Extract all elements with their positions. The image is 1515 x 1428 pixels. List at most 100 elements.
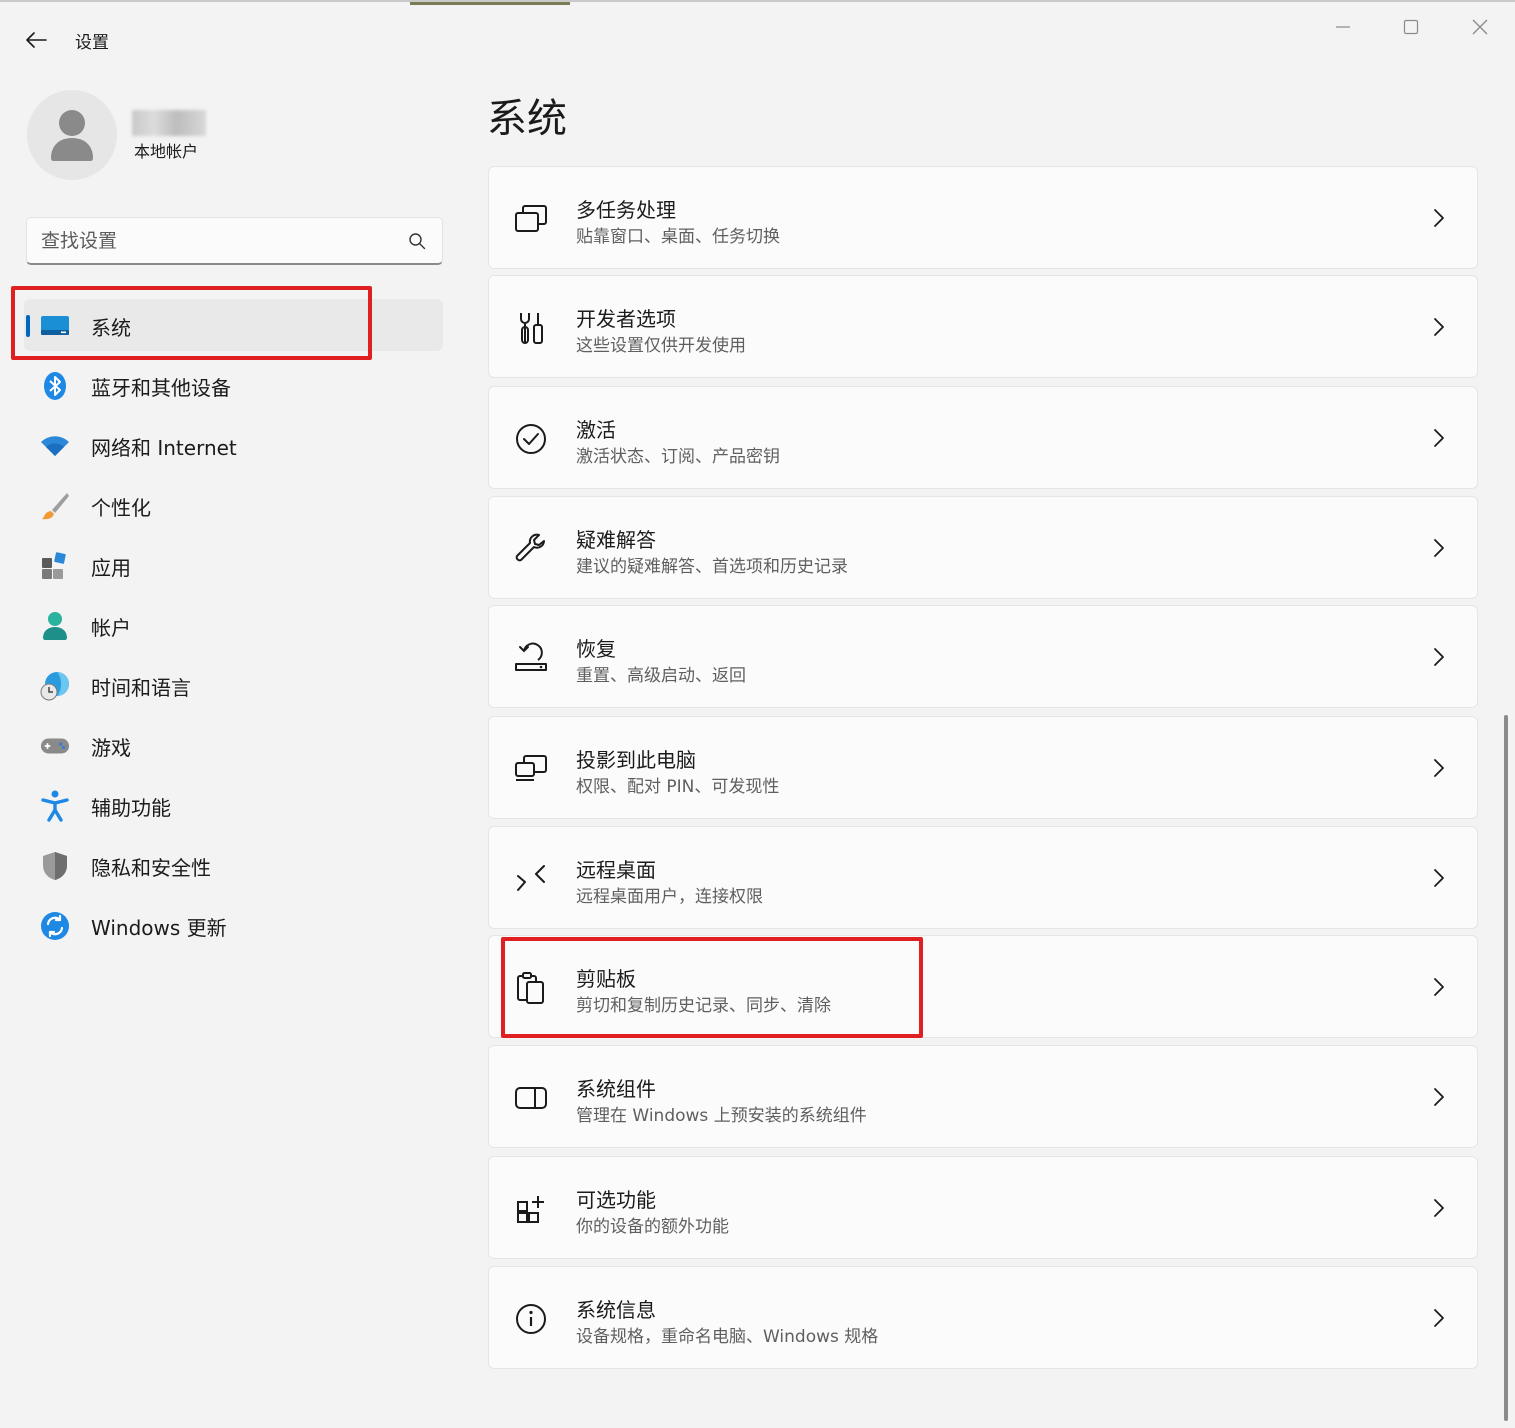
sidebar-item-label: 隐私和安全性 — [91, 856, 211, 880]
page-title: 系统 — [487, 96, 567, 142]
sidebar-item-network[interactable]: 网络和 Internet — [24, 419, 443, 471]
sidebar-item-label: 蓝牙和其他设备 — [91, 376, 231, 400]
sidebar-item-personalization[interactable]: 个性化 — [24, 479, 443, 531]
card-title: 可选功能 — [576, 1188, 656, 1212]
close-button[interactable] — [1455, 12, 1505, 42]
settings-window: 设置 本地帐户 系统 — [0, 0, 1515, 1428]
system-display-icon — [40, 311, 70, 341]
card-subtitle: 建议的疑难解答、首选项和历史记录 — [576, 557, 848, 577]
scrollbar[interactable] — [1504, 715, 1508, 1421]
avatar[interactable] — [27, 90, 117, 180]
back-button[interactable] — [18, 24, 54, 56]
card-clipboard[interactable]: 剪贴板 剪切和复制历史记录、同步、清除 — [488, 935, 1478, 1038]
developer-tools-icon — [513, 310, 549, 346]
card-subtitle: 管理在 Windows 上预安装的系统组件 — [576, 1106, 867, 1126]
card-title: 远程桌面 — [576, 858, 656, 882]
chevron-right-icon — [1429, 206, 1449, 230]
project-to-pc-icon — [513, 751, 549, 787]
sidebar-item-time-language[interactable]: 时间和语言 — [24, 659, 443, 711]
multitasking-icon — [513, 201, 549, 237]
system-components-icon — [513, 1080, 549, 1116]
sidebar-item-label: 帐户 — [91, 616, 131, 640]
card-troubleshoot[interactable]: 疑难解答 建议的疑难解答、首选项和历史记录 — [488, 496, 1478, 599]
card-title: 激活 — [576, 418, 616, 442]
chevron-right-icon — [1429, 315, 1449, 339]
back-arrow-icon — [26, 32, 47, 48]
sidebar-item-label: 网络和 Internet — [91, 436, 237, 460]
minimize-icon — [1336, 26, 1350, 28]
card-subtitle: 远程桌面用户，连接权限 — [576, 887, 763, 907]
search-box[interactable] — [26, 217, 443, 265]
card-system-components[interactable]: 系统组件 管理在 Windows 上预安装的系统组件 — [488, 1045, 1478, 1148]
chevron-right-icon — [1429, 536, 1449, 560]
wrench-icon — [513, 531, 549, 567]
card-title: 投影到此电脑 — [576, 748, 696, 772]
chevron-right-icon — [1429, 1306, 1449, 1330]
account-icon — [40, 611, 70, 641]
app-title: 设置 — [75, 33, 109, 53]
card-optional-features[interactable]: 可选功能 你的设备的额外功能 — [488, 1156, 1478, 1259]
wifi-icon — [40, 431, 70, 461]
card-title: 系统组件 — [576, 1077, 656, 1101]
optional-features-icon — [513, 1191, 549, 1227]
chevron-right-icon — [1429, 866, 1449, 890]
chevron-right-icon — [1429, 975, 1449, 999]
apps-icon — [40, 551, 70, 581]
sidebar-item-apps[interactable]: 应用 — [24, 539, 443, 591]
sidebar-item-label: 时间和语言 — [91, 676, 191, 700]
search-input[interactable] — [41, 226, 401, 256]
card-subtitle: 你的设备的额外功能 — [576, 1217, 729, 1237]
card-subtitle: 贴靠窗口、桌面、任务切换 — [576, 227, 780, 247]
close-icon — [1472, 19, 1488, 35]
recovery-icon — [513, 640, 549, 676]
card-subtitle: 设备规格，重命名电脑、Windows 规格 — [576, 1327, 879, 1347]
accessibility-icon — [40, 790, 70, 822]
minimize-button[interactable] — [1318, 12, 1368, 42]
sidebar-item-accounts[interactable]: 帐户 — [24, 599, 443, 651]
card-recovery[interactable]: 恢复 重置、高级启动、返回 — [488, 605, 1478, 708]
card-project-to-pc[interactable]: 投影到此电脑 权限、配对 PIN、可发现性 — [488, 716, 1478, 819]
chevron-right-icon — [1429, 1085, 1449, 1109]
sidebar-item-windows-update[interactable]: Windows 更新 — [24, 899, 443, 951]
card-subtitle: 权限、配对 PIN、可发现性 — [576, 777, 780, 797]
card-remote-desktop[interactable]: 远程桌面 远程桌面用户，连接权限 — [488, 826, 1478, 929]
gamepad-icon — [40, 731, 70, 761]
remote-desktop-icon — [513, 861, 549, 897]
sidebar-item-gaming[interactable]: 游戏 — [24, 719, 443, 771]
chevron-right-icon — [1429, 756, 1449, 780]
sidebar-item-label: Windows 更新 — [91, 916, 227, 940]
sidebar-item-label: 游戏 — [91, 736, 131, 760]
card-multitasking[interactable]: 多任务处理 贴靠窗口、桌面、任务切换 — [488, 166, 1478, 269]
activation-check-icon — [513, 421, 549, 457]
card-subtitle: 激活状态、订阅、产品密钥 — [576, 447, 780, 467]
card-activation[interactable]: 激活 激活状态、订阅、产品密钥 — [488, 386, 1478, 489]
sidebar-item-label: 个性化 — [91, 496, 151, 520]
sidebar-item-privacy[interactable]: 隐私和安全性 — [24, 839, 443, 891]
sidebar-item-bluetooth[interactable]: 蓝牙和其他设备 — [24, 359, 443, 411]
title-bar: 设置 — [0, 2, 1515, 72]
card-title: 剪贴板 — [576, 967, 636, 991]
card-subtitle: 重置、高级启动、返回 — [576, 666, 746, 686]
selection-indicator — [26, 315, 30, 337]
card-subtitle: 剪切和复制历史记录、同步、清除 — [576, 996, 831, 1016]
sidebar-item-label: 应用 — [91, 556, 131, 580]
sidebar-item-accessibility[interactable]: 辅助功能 — [24, 779, 443, 831]
card-system-info[interactable]: 系统信息 设备规格，重命名电脑、Windows 规格 — [488, 1266, 1478, 1369]
search-icon[interactable] — [408, 232, 426, 250]
bluetooth-icon — [40, 371, 70, 401]
card-title: 疑难解答 — [576, 528, 656, 552]
maximize-button[interactable] — [1386, 12, 1436, 42]
shield-icon — [40, 851, 70, 881]
person-icon — [51, 110, 93, 161]
card-title: 开发者选项 — [576, 307, 676, 331]
info-icon — [513, 1301, 549, 1337]
clipboard-icon — [513, 970, 549, 1006]
sidebar-item-system[interactable]: 系统 — [24, 299, 443, 351]
card-title: 恢复 — [576, 637, 616, 661]
chevron-right-icon — [1429, 1196, 1449, 1220]
sidebar-item-label: 系统 — [91, 316, 131, 340]
card-developer-options[interactable]: 开发者选项 这些设置仅供开发使用 — [488, 275, 1478, 378]
card-subtitle: 这些设置仅供开发使用 — [576, 336, 746, 356]
chevron-right-icon — [1429, 426, 1449, 450]
card-title: 多任务处理 — [576, 198, 676, 222]
